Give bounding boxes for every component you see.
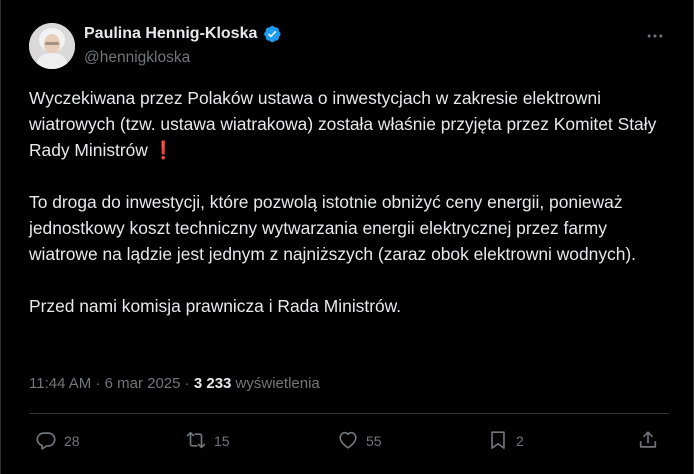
author-handle[interactable]: @hennigkloska: [84, 49, 190, 67]
share-icon: [637, 429, 659, 454]
tweet-date[interactable]: 6 mar 2025: [105, 375, 181, 392]
bookmark-button[interactable]: 2: [487, 428, 524, 454]
like-icon: [337, 429, 359, 454]
meta-separator: ·: [91, 375, 105, 392]
action-bar: 28 15 55 2: [1, 428, 694, 454]
author-display-name[interactable]: Paulina Hennig-Kloska: [84, 25, 257, 43]
repost-count: 15: [214, 433, 230, 449]
tweet-paragraph-text: To droga do inwestycji, które pozwolą is…: [29, 192, 637, 264]
more-icon[interactable]: [641, 26, 669, 46]
tweet-paragraph-text: Wyczekiwana przez Polaków ustawa o inwes…: [29, 88, 657, 160]
exclamation-emoji: ❗: [152, 140, 175, 160]
reply-icon: [35, 429, 57, 454]
tweet-meta: 11:44 AM · 6 mar 2025 · 3 233 wyświetlen…: [29, 375, 320, 392]
tweet-text: Wyczekiwana przez Polaków ustawa o inwes…: [29, 85, 669, 345]
like-button[interactable]: 55: [337, 428, 382, 454]
tweet-paragraph-text: Przed nami komisja prawnicza i Rada Mini…: [29, 296, 402, 316]
share-button[interactable]: [637, 428, 659, 454]
tweet-time[interactable]: 11:44 AM: [29, 375, 91, 392]
reply-count: 28: [64, 433, 80, 449]
reply-button[interactable]: 28: [35, 428, 80, 454]
views-label: wyświetlenia: [231, 375, 320, 392]
repost-icon: [185, 429, 207, 454]
tweet-card: Paulina Hennig-Kloska @hennigkloska Wycz…: [0, 0, 694, 474]
bookmark-icon: [487, 429, 509, 454]
author-name-row: Paulina Hennig-Kloska: [84, 24, 282, 44]
avatar[interactable]: [29, 23, 75, 69]
views-count: 3 233: [193, 375, 232, 392]
repost-button[interactable]: 15: [185, 428, 230, 454]
like-count: 55: [366, 433, 382, 449]
bookmark-count: 2: [516, 433, 524, 449]
tweet-paragraph: To droga do inwestycji, które pozwolą is…: [29, 189, 669, 267]
verified-badge-icon: [262, 24, 282, 44]
tweet-paragraph: Przed nami komisja prawnicza i Rada Mini…: [29, 293, 669, 319]
tweet-paragraph: Wyczekiwana przez Polaków ustawa o inwes…: [29, 85, 669, 163]
divider: [29, 413, 669, 414]
meta-separator: ·: [180, 375, 194, 392]
